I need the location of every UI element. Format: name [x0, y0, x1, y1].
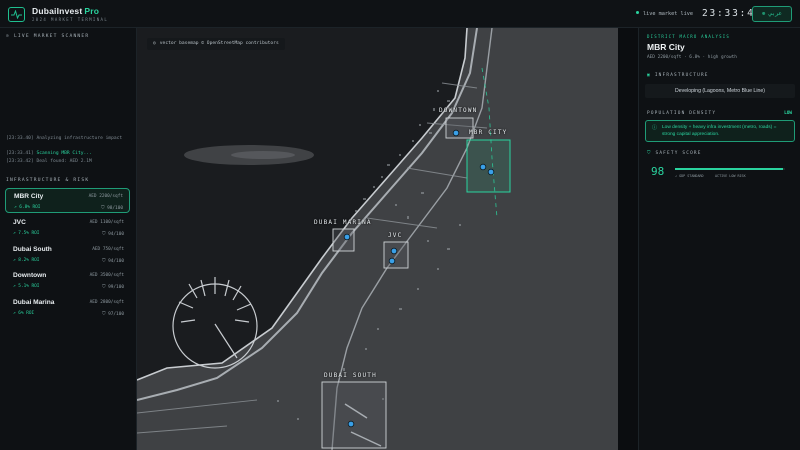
district-subtitle: AED 2200/sqft · 6.8% · high growth	[647, 55, 737, 60]
radar-icon: ⊙	[6, 34, 10, 39]
building-icon: ▣	[647, 73, 651, 78]
map-marker[interactable]	[479, 163, 487, 171]
map-attribution: ◎ vector basemap © OpenStreetMap contribu…	[147, 38, 285, 50]
map-marker[interactable]	[343, 233, 351, 241]
safety-label-standard: ↗ GDP STANDARD	[675, 174, 704, 178]
log-line: [23:33.41] Scanning MBR City...	[6, 151, 92, 156]
shield-icon: ⛉	[102, 232, 106, 237]
zone-dubai-south[interactable]	[321, 381, 387, 449]
info-icon: ⓘ	[652, 125, 658, 131]
infrastructure-section-title: ▣ INFRASTRUCTURE	[647, 73, 709, 78]
district-card-dubai-marina[interactable]: Dubai Marina AED 2800/sqft ↗ 6% ROI ⛉ 97…	[5, 295, 130, 320]
map-label-downtown: DOWNTOWN	[439, 107, 478, 114]
shield-icon: ⛉	[102, 312, 106, 317]
map-marker[interactable]	[347, 420, 355, 428]
map-label-mbr-city: MBR CITY	[469, 129, 508, 136]
safety-score-bar	[675, 168, 785, 170]
shield-icon: ⛉	[647, 151, 652, 156]
brand-tagline: 2024 MARKET TERMINAL	[32, 17, 109, 22]
globe-icon: ⊕	[762, 11, 766, 17]
left-panel: ⊙ LIVE MARKET SCANNER [23:33.40] Analyzin…	[0, 28, 137, 450]
pin-icon: ◎	[153, 41, 156, 46]
map-marker[interactable]	[452, 129, 460, 137]
safety-label-risk: ACTIVE LOW RISK	[715, 174, 746, 178]
safety-score-fill	[675, 168, 783, 170]
map-marker[interactable]	[388, 257, 396, 265]
safety-score-value: 98	[651, 165, 665, 178]
scanner-section-title: ⊙ LIVE MARKET SCANNER	[6, 34, 90, 39]
live-dot-icon	[636, 11, 639, 14]
safety-section-title: ⛉ SAFETY SCORE	[647, 151, 702, 156]
live-status: live market live	[636, 11, 693, 17]
risk-section-title: INFRASTRUCTURE & RISK	[6, 178, 90, 183]
infrastructure-value: Developing (Lagoons, Metro Blue Line)	[645, 84, 795, 98]
density-section-title: POPULATION DENSITY	[647, 111, 717, 116]
district-map[interactable]: ◎ vector basemap © OpenStreetMap contribu…	[137, 28, 618, 450]
map-label-dubai-south: DUBAI SOUTH	[324, 372, 377, 379]
district-card-mbr-city[interactable]: MBR City AED 2200/sqft ↗ 6.8% ROI ⛉ 98/1…	[5, 188, 130, 213]
log-line: [23:33.40] Analyzing infrastructure impa…	[6, 136, 123, 141]
right-panel: DISTRICT MACRO ANALYSIS MBR City AED 220…	[638, 28, 800, 450]
analysis-kicker: DISTRICT MACRO ANALYSIS	[647, 34, 730, 39]
map-marker[interactable]	[390, 247, 398, 255]
shield-icon: ⛉	[102, 285, 106, 290]
brand-name: DubaiInvest Pro	[32, 6, 100, 16]
zone-mbr-city[interactable]	[466, 139, 511, 193]
map-marker[interactable]	[487, 168, 495, 176]
map-label-dubai-marina: DUBAI MARINA	[314, 219, 372, 226]
zone-jvc[interactable]	[383, 241, 409, 269]
shield-icon: ⛉	[102, 259, 106, 264]
pulse-icon	[8, 7, 25, 22]
top-bar: DubaiInvest Pro 2024 MARKET TERMINAL live…	[0, 0, 800, 28]
density-note: ⓘ Low density + heavy infra investment (…	[645, 120, 795, 142]
log-line: [23:33.42] Deal found: AED 2.1M	[6, 159, 92, 164]
district-card-dubai-south[interactable]: Dubai South AED 750/sqft ↗ 8.2% ROI ⛉ 94…	[5, 242, 130, 267]
density-badge: LOW	[784, 111, 792, 116]
map-canvas	[137, 28, 511, 450]
map-label-jvc: JVC	[388, 232, 403, 239]
shield-icon: ⛉	[101, 206, 105, 211]
language-toggle-button[interactable]: ⊕ عربي	[752, 6, 792, 22]
district-card-jvc[interactable]: JVC AED 1100/sqft ↗ 7.5% ROI ⛉ 94/100	[5, 215, 130, 240]
district-card-downtown[interactable]: Downtown AED 3500/sqft ↗ 5.1% ROI ⛉ 99/1…	[5, 268, 130, 293]
zone-dubai-marina[interactable]	[332, 228, 355, 252]
district-title: MBR City	[647, 42, 685, 52]
